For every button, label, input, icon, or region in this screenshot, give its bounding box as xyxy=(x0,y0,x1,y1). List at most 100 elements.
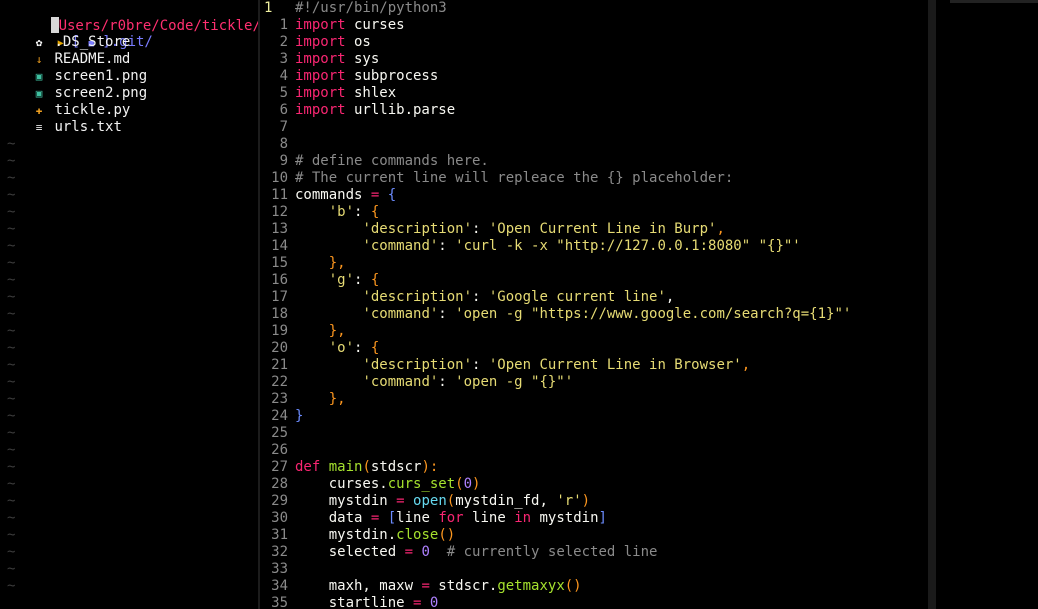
code-line[interactable]: 12 'b': { xyxy=(260,204,928,221)
tree-item-file[interactable]: ▣ screen2.png xyxy=(0,85,258,102)
code-token: curs_set xyxy=(387,476,456,492)
code-line[interactable]: 16 'g': { xyxy=(260,272,928,289)
download-icon: ↓ xyxy=(35,53,43,66)
code-line[interactable]: 34 maxh, maxw = stdscr.getmaxyx() xyxy=(260,578,928,595)
code-line[interactable]: 9 # define commands here. xyxy=(260,153,928,170)
code-line[interactable]: 11 commands = { xyxy=(260,187,928,204)
code-text: commands = { xyxy=(288,187,396,204)
code-line[interactable]: 26 xyxy=(260,442,928,459)
tree-item-file[interactable]: ↓ README.md xyxy=(0,51,258,68)
line-number: 33 xyxy=(271,561,288,577)
code-line[interactable]: 35 startline = 0 xyxy=(260,595,928,609)
line-number: 2 xyxy=(279,34,288,50)
line-number: 12 xyxy=(271,204,288,220)
empty-line-marker: ~ xyxy=(7,476,16,492)
empty-line-marker: ~ xyxy=(7,136,16,152)
line-number: 34 xyxy=(271,578,288,594)
code-line[interactable]: 30 data = [line for line in mystdin] xyxy=(260,510,928,527)
code-line[interactable]: 1 import curses xyxy=(260,17,928,34)
code-token: ) xyxy=(581,493,591,509)
line-number: 20 xyxy=(271,340,288,356)
code-line[interactable]: 31 mystdin.close() xyxy=(260,527,928,544)
code-token: : xyxy=(354,204,371,220)
code-token: = xyxy=(421,578,430,594)
code-line[interactable]: 13 'description': 'Open Current Line in … xyxy=(260,221,928,238)
empty-line-marker: ~ xyxy=(7,459,16,475)
code-token: : xyxy=(438,238,456,254)
code-token: 'command' xyxy=(362,306,439,322)
empty-line-marker: ~ xyxy=(7,527,16,543)
code-token: ( xyxy=(446,493,456,509)
code-line[interactable]: 6 import urllib.parse xyxy=(260,102,928,119)
code-token: # The current line will repleace the {} … xyxy=(295,170,734,186)
code-text: import sys xyxy=(288,51,379,68)
code-token: 'open -g "{}"' xyxy=(455,374,574,390)
code-line[interactable]: 3 import sys xyxy=(260,51,928,68)
code-token: { xyxy=(387,187,397,203)
tab-strip xyxy=(950,0,1038,3)
code-line[interactable]: 2 import os xyxy=(260,34,928,51)
code-text: 'command': 'open -g "https://www.google.… xyxy=(288,306,851,323)
code-line[interactable]: 19 }, xyxy=(260,323,928,340)
code-line[interactable]: 33 xyxy=(260,561,928,578)
code-line[interactable]: 5 import shlex xyxy=(260,85,928,102)
line-number: 16 xyxy=(271,272,288,288)
line-number: 1 xyxy=(264,0,273,16)
code-text: # define commands here. xyxy=(288,153,489,170)
code-line[interactable]: 28 curses.curs_set(0) xyxy=(260,476,928,493)
code-line[interactable]: 17 'description': 'Google current line', xyxy=(260,289,928,306)
code-line[interactable]: 1 #!/usr/bin/python3 xyxy=(260,0,928,17)
code-line[interactable]: 7 xyxy=(260,119,928,136)
code-line[interactable]: 23 }, xyxy=(260,391,928,408)
tree-item-file[interactable]: ✚ tickle.py xyxy=(0,102,258,119)
code-text: import subprocess xyxy=(288,68,438,85)
code-token: data xyxy=(295,510,371,526)
code-line[interactable]: 24} xyxy=(260,408,928,425)
code-token: for xyxy=(438,510,464,526)
tree-item-file[interactable]: ▣ screen1.png xyxy=(0,68,258,85)
tree-root-path[interactable]: Users/r0bre/Code/tickle/ xyxy=(0,0,258,34)
code-token: ): xyxy=(421,459,439,475)
code-token: 'r' xyxy=(556,493,582,509)
code-line[interactable]: 20 'o': { xyxy=(260,340,928,357)
code-editor-pane[interactable]: 1 #!/usr/bin/python3 1 import curses 2 import… xyxy=(260,0,928,609)
code-line[interactable]: 32 selected = 0 # currently selected lin… xyxy=(260,544,928,561)
tree-item-git-dir[interactable]: ▶[ ■ ].git/ xyxy=(0,17,258,50)
code-token: sys xyxy=(345,51,380,67)
code-line[interactable]: 21 'description': 'Open Current Line in … xyxy=(260,357,928,374)
code-line[interactable]: 22 'command': 'open -g "{}"' xyxy=(260,374,928,391)
code-line[interactable]: 4 import subprocess xyxy=(260,68,928,85)
code-line[interactable]: 10 # The current line will repleace the {… xyxy=(260,170,928,187)
code-text: #!/usr/bin/python3 xyxy=(288,0,447,17)
line-number: 4 xyxy=(279,68,288,84)
code-line[interactable]: 18 'command': 'open -g "https://www.goog… xyxy=(260,306,928,323)
line-number: 31 xyxy=(271,527,288,543)
file-tree-pane[interactable]: Users/r0bre/Code/tickle/ ▶[ ■ ].git/ ✿ .… xyxy=(0,0,258,609)
code-line[interactable]: 14 'command': 'curl -k -x "http://127.0.… xyxy=(260,238,928,255)
code-line[interactable]: 8 xyxy=(260,136,928,153)
code-line[interactable]: 25 xyxy=(260,425,928,442)
empty-line-marker: ~ xyxy=(7,442,16,458)
code-token: 0 xyxy=(429,595,439,609)
code-text: 'command': 'curl -k -x "http://127.0.0.1… xyxy=(288,238,800,255)
empty-line-marker: ~ xyxy=(7,187,16,203)
code-token: : xyxy=(354,272,371,288)
code-token: subprocess xyxy=(345,68,439,84)
code-token: 0 xyxy=(421,544,430,560)
code-line[interactable]: 29 mystdin = open(mystdin_fd, 'r') xyxy=(260,493,928,510)
code-text: mystdin = open(mystdin_fd, 'r') xyxy=(288,493,590,510)
tree-item-file[interactable]: ✿ .DS_Store xyxy=(0,34,258,51)
code-text: 'description': 'Google current line', xyxy=(288,289,674,306)
code-line[interactable]: 15 }, xyxy=(260,255,928,272)
code-line[interactable]: 27 def main(stdscr): xyxy=(260,459,928,476)
code-text: 'g': { xyxy=(288,272,380,289)
tree-item-file[interactable]: ≡ urls.txt xyxy=(0,119,258,136)
code-text: }, xyxy=(288,255,346,272)
line-number: 21 xyxy=(271,357,288,373)
code-token: : xyxy=(472,221,489,237)
code-token: }, xyxy=(328,323,346,339)
code-text: import curses xyxy=(288,17,405,34)
